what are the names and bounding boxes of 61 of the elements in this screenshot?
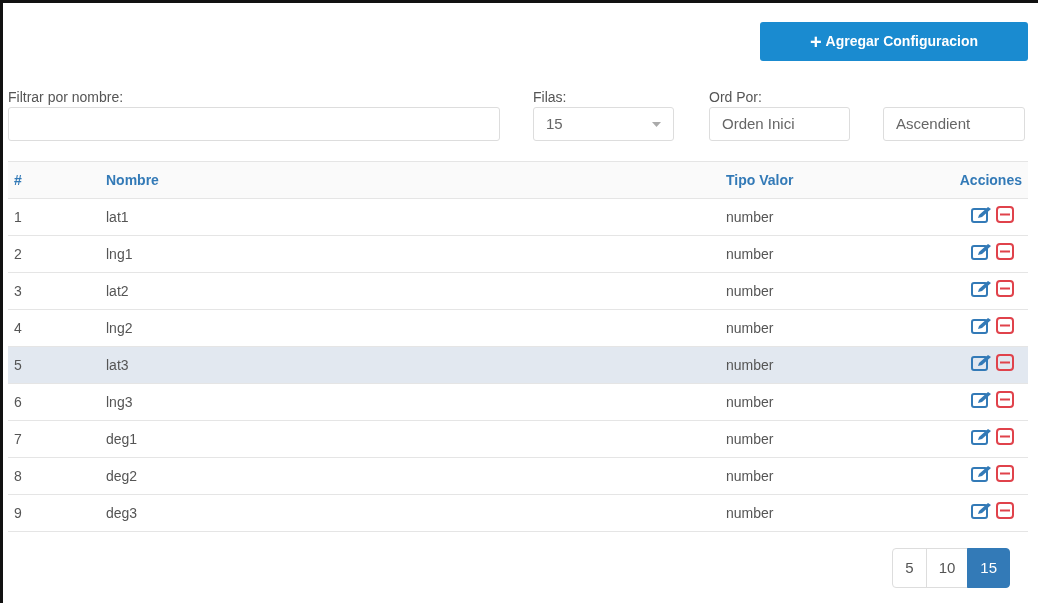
edit-icon[interactable] bbox=[971, 316, 992, 334]
table-cell: 1 bbox=[8, 198, 100, 236]
edit-icon[interactable] bbox=[971, 353, 992, 371]
column-header: Acciones bbox=[903, 161, 1028, 199]
page-size-button[interactable]: 10 bbox=[925, 548, 969, 588]
table-cell: 7 bbox=[8, 420, 100, 458]
delete-icon[interactable] bbox=[996, 464, 1014, 482]
table-cell: number bbox=[720, 346, 903, 384]
field-label: Filas: bbox=[533, 88, 568, 107]
table-cell: 8 bbox=[8, 457, 100, 495]
table-cell: number bbox=[720, 198, 903, 236]
edit-icon[interactable] bbox=[971, 427, 992, 445]
filter-name-field[interactable] bbox=[8, 107, 500, 141]
table-cell: number bbox=[720, 235, 903, 273]
direction-field[interactable]: Ascendient bbox=[883, 107, 1025, 141]
table-cell: number bbox=[720, 457, 903, 495]
order-by-field[interactable]: Orden Inici bbox=[709, 107, 850, 141]
table-cell: lat2 bbox=[100, 272, 720, 310]
table-cell: deg3 bbox=[100, 494, 720, 532]
table-cell: lng3 bbox=[100, 383, 720, 421]
caret-icon bbox=[652, 121, 661, 127]
table-cell: 9 bbox=[8, 494, 100, 532]
field-label: Ord Por: bbox=[709, 88, 763, 107]
edit-icon[interactable] bbox=[971, 205, 992, 223]
delete-icon[interactable] bbox=[996, 427, 1014, 445]
table-cell: lng2 bbox=[100, 309, 720, 347]
table-cell: 2 bbox=[8, 235, 100, 273]
edit-icon[interactable] bbox=[971, 501, 992, 519]
table-cell: lat1 bbox=[100, 198, 720, 236]
edit-icon[interactable] bbox=[971, 464, 992, 482]
delete-icon[interactable] bbox=[996, 279, 1014, 297]
edit-icon[interactable] bbox=[971, 390, 992, 408]
table-cell: number bbox=[720, 309, 903, 347]
add-configuration-button[interactable]: + Agregar Configuracion bbox=[760, 22, 1028, 61]
page-size-button[interactable]: 5 bbox=[892, 548, 927, 588]
field-label: Filtrar por nombre: bbox=[8, 88, 125, 107]
rows-select[interactable]: 15 bbox=[533, 107, 674, 141]
column-header: # bbox=[8, 161, 100, 199]
table-cell: number bbox=[720, 494, 903, 532]
table-cell: 6 bbox=[8, 383, 100, 421]
delete-icon[interactable] bbox=[996, 501, 1014, 519]
table-cell: number bbox=[720, 383, 903, 421]
delete-icon[interactable] bbox=[996, 242, 1014, 260]
page-size-button[interactable]: 15 bbox=[967, 548, 1010, 588]
edit-icon[interactable] bbox=[971, 279, 992, 297]
delete-icon[interactable] bbox=[996, 316, 1014, 334]
delete-icon[interactable] bbox=[996, 353, 1014, 371]
delete-icon[interactable] bbox=[996, 205, 1014, 223]
table-cell: lng1 bbox=[100, 235, 720, 273]
table-cell: number bbox=[720, 420, 903, 458]
table-cell: 5 bbox=[8, 346, 100, 384]
delete-icon[interactable] bbox=[996, 390, 1014, 408]
column-header: Tipo Valor bbox=[720, 161, 903, 199]
column-header: Nombre bbox=[100, 161, 720, 199]
table-cell: number bbox=[720, 272, 903, 310]
table-cell: lat3 bbox=[100, 346, 720, 384]
table-cell: deg2 bbox=[100, 457, 720, 495]
edit-icon[interactable] bbox=[971, 242, 992, 260]
table-cell: deg1 bbox=[100, 420, 720, 458]
table-cell: 4 bbox=[8, 309, 100, 347]
table-cell: 3 bbox=[8, 272, 100, 310]
